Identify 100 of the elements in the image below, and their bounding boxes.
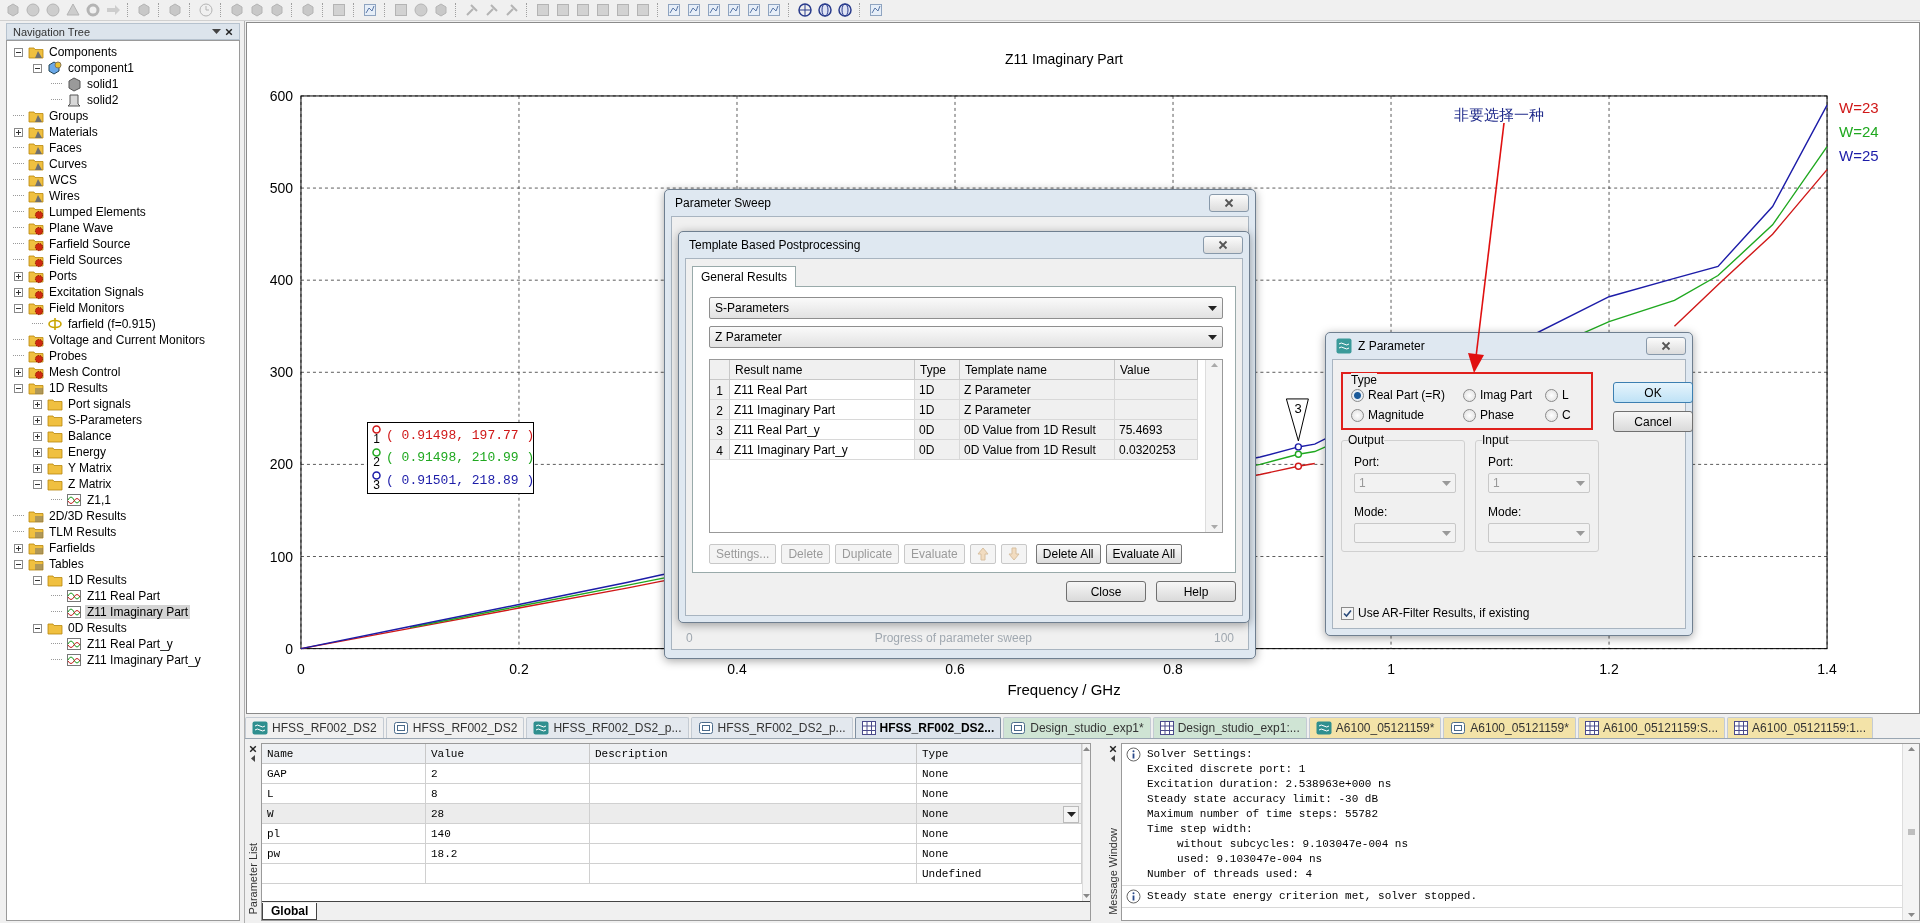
- tree-item[interactable]: Z11 Imaginary Part_y: [85, 653, 203, 667]
- square-icon[interactable]: [614, 1, 631, 19]
- ring-icon[interactable]: [84, 1, 101, 19]
- close-icon[interactable]: [1109, 745, 1117, 753]
- category-dropdown[interactable]: S-Parameters: [709, 297, 1223, 319]
- chart-icon[interactable]: [867, 1, 884, 19]
- cube-icon[interactable]: [4, 1, 21, 19]
- close-button[interactable]: [1209, 194, 1249, 212]
- scrollbar[interactable]: [1902, 744, 1919, 920]
- tree-item[interactable]: Farfield Source: [47, 237, 133, 251]
- chart-icon[interactable]: [745, 1, 762, 19]
- tree-item[interactable]: 0D Results: [66, 621, 129, 635]
- dropdown-button[interactable]: [1063, 806, 1079, 823]
- sheet-tab[interactable]: Global: [262, 903, 318, 920]
- scrollbar[interactable]: [1082, 744, 1090, 901]
- square-icon[interactable]: [594, 1, 611, 19]
- tree-item[interactable]: solid2: [85, 93, 121, 107]
- tree-item[interactable]: 1D Results: [47, 381, 110, 395]
- chart-icon[interactable]: [361, 1, 378, 19]
- tree-item[interactable]: Voltage and Current Monitors: [47, 333, 208, 347]
- dialog-button[interactable]: Help: [1156, 581, 1236, 602]
- caret-down-icon[interactable]: [1083, 894, 1090, 898]
- dialog-button[interactable]: OK: [1613, 382, 1693, 403]
- tree-item[interactable]: Z11 Real Part_y: [85, 637, 175, 651]
- expand-toggle[interactable]: [14, 127, 23, 137]
- close-icon[interactable]: [1224, 198, 1234, 208]
- filter-checkbox[interactable]: Use AR-Filter Results, if existing: [1341, 606, 1593, 620]
- close-button[interactable]: [1203, 236, 1243, 254]
- radio-option[interactable]: Real Part (=R): [1351, 388, 1463, 402]
- dialog-button[interactable]: Delete All: [1035, 544, 1101, 564]
- tree-item[interactable]: Y Matrix: [66, 461, 114, 475]
- square-icon[interactable]: [634, 1, 651, 19]
- chart-icon[interactable]: [765, 1, 782, 19]
- expand-toggle[interactable]: [14, 303, 23, 313]
- expand-toggle[interactable]: [33, 479, 42, 489]
- caret-up-icon[interactable]: [1210, 363, 1218, 367]
- expand-toggle[interactable]: [14, 543, 23, 553]
- expand-toggle[interactable]: [33, 575, 42, 585]
- tree-item[interactable]: 2D/3D Results: [47, 509, 129, 523]
- radio-option[interactable]: Phase: [1463, 408, 1545, 422]
- document-tab[interactable]: Design_studio_exp1*: [1003, 717, 1151, 738]
- square-icon[interactable]: [392, 1, 409, 19]
- expand-toggle[interactable]: [33, 415, 42, 425]
- tree-item[interactable]: Lumped Elements: [47, 205, 148, 219]
- close-icon[interactable]: [1218, 240, 1228, 250]
- document-tab[interactable]: HFSS_RF002_DS2_p...: [690, 717, 853, 738]
- expand-toggle[interactable]: [14, 271, 23, 281]
- close-icon[interactable]: [225, 27, 233, 36]
- crosshair-icon[interactable]: [796, 1, 813, 19]
- template-dropdown[interactable]: Z Parameter: [709, 326, 1223, 348]
- tree-item[interactable]: Z Matrix: [66, 477, 114, 491]
- chart-icon[interactable]: [725, 1, 742, 19]
- radio-option[interactable]: C: [1545, 408, 1585, 422]
- tree-item[interactable]: Z1,1: [85, 493, 113, 507]
- document-tab[interactable]: HFSS_RF002_DS2_p...: [526, 717, 689, 738]
- globe-icon[interactable]: [836, 1, 853, 19]
- document-tab[interactable]: A6100_05121159:S...: [1577, 717, 1726, 738]
- square-icon[interactable]: [574, 1, 591, 19]
- tree-item[interactable]: TLM Results: [47, 525, 119, 539]
- tree-item[interactable]: Farfields: [47, 541, 97, 555]
- expand-toggle[interactable]: [14, 367, 23, 377]
- tree-item[interactable]: component1: [66, 61, 137, 75]
- document-tab[interactable]: A6100_05121159:1...: [1727, 717, 1873, 738]
- cube-icon[interactable]: [166, 1, 183, 19]
- square-icon[interactable]: [330, 1, 347, 19]
- tree-item[interactable]: Wires: [47, 189, 82, 203]
- expand-toggle[interactable]: [33, 447, 42, 457]
- tree-item[interactable]: Port signals: [66, 397, 133, 411]
- document-tab[interactable]: HFSS_RF002_DS2...: [854, 717, 1002, 738]
- expand-toggle[interactable]: [14, 559, 23, 569]
- square-icon[interactable]: [554, 1, 571, 19]
- cube-icon[interactable]: [228, 1, 245, 19]
- dialog-button[interactable]: Evaluate All: [1105, 544, 1183, 564]
- cube-icon[interactable]: [299, 1, 316, 19]
- chart-icon[interactable]: [665, 1, 682, 19]
- tree-item[interactable]: Balance: [66, 429, 114, 443]
- grip-icon[interactable]: [1907, 829, 1915, 835]
- caret-up-icon[interactable]: [1907, 747, 1915, 751]
- caret-down-icon[interactable]: [1907, 913, 1915, 917]
- chart-icon[interactable]: [705, 1, 722, 19]
- tree-item[interactable]: 1D Results: [66, 573, 129, 587]
- close-icon[interactable]: [1661, 341, 1671, 351]
- tree-item[interactable]: Z11 Imaginary Part: [85, 605, 191, 619]
- tree-item[interactable]: farfield (f=0.915): [66, 317, 158, 331]
- tree-item[interactable]: Probes: [47, 349, 90, 363]
- tab[interactable]: General Results: [692, 266, 797, 287]
- caret-down-icon[interactable]: [1210, 525, 1218, 529]
- expand-toggle[interactable]: [33, 399, 42, 409]
- cube-icon[interactable]: [432, 1, 449, 19]
- square-icon[interactable]: [534, 1, 551, 19]
- document-tab[interactable]: A6100_05121159*: [1308, 717, 1442, 738]
- tree-item[interactable]: Plane Wave: [47, 221, 116, 235]
- dialog-button[interactable]: Close: [1066, 581, 1146, 602]
- tree-item[interactable]: Faces: [47, 141, 84, 155]
- tree-item[interactable]: WCS: [47, 173, 79, 187]
- tree-item[interactable]: Field Sources: [47, 253, 125, 267]
- expand-toggle[interactable]: [33, 623, 42, 633]
- expand-toggle[interactable]: [33, 463, 42, 473]
- close-icon[interactable]: [249, 745, 257, 753]
- tree-item[interactable]: Ports: [47, 269, 79, 283]
